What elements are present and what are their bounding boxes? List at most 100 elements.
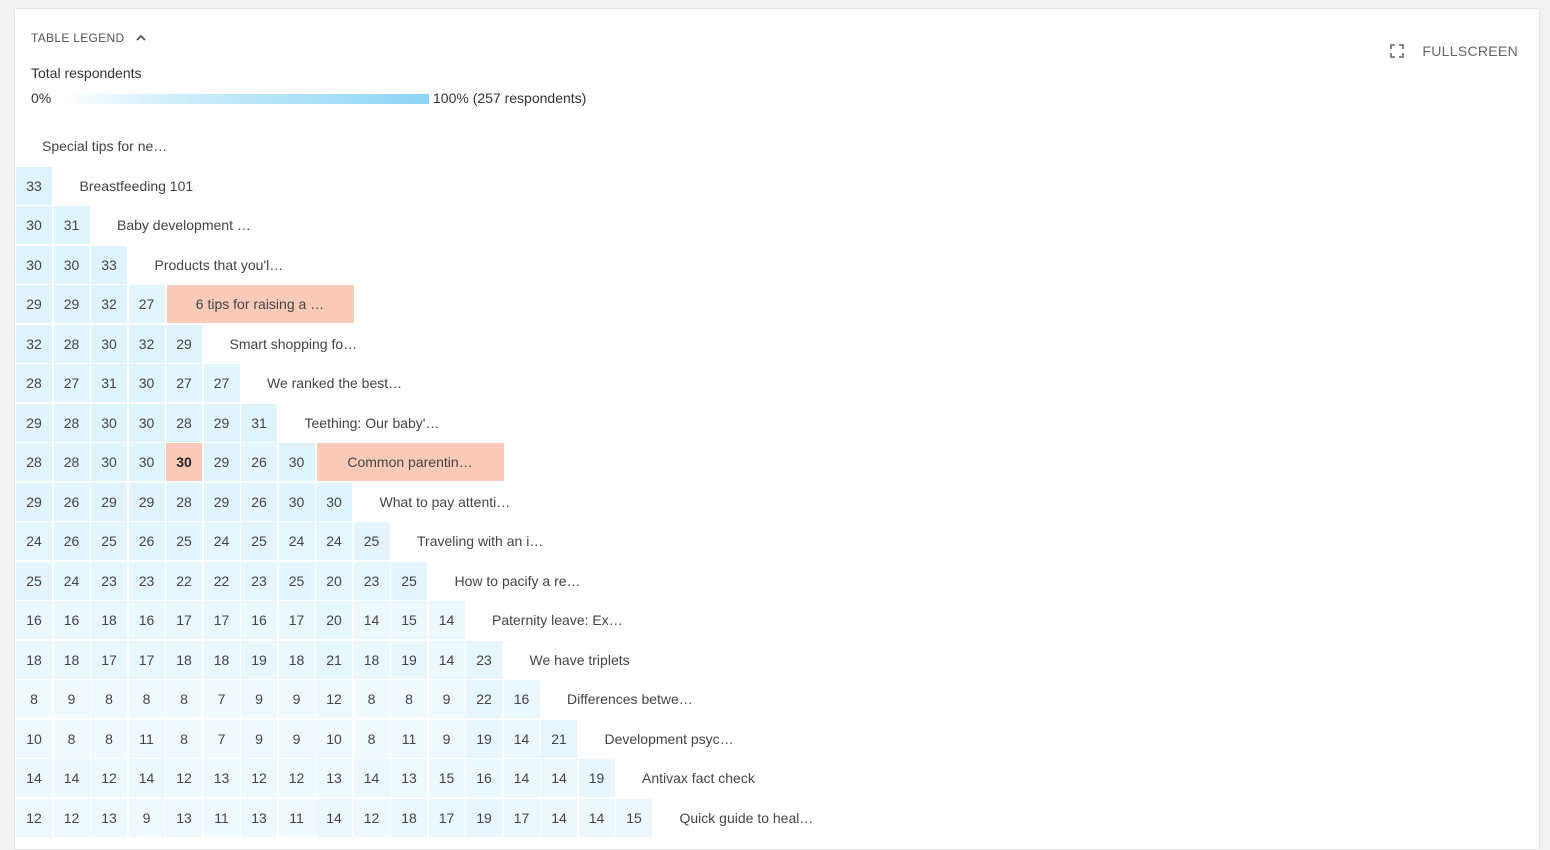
matrix-cell[interactable]: 20	[316, 561, 352, 600]
matrix-cell[interactable]: 29	[16, 285, 52, 323]
matrix-cell[interactable]: 18	[91, 601, 127, 639]
matrix-cell[interactable]: 8	[91, 719, 127, 758]
matrix-cell[interactable]: 26	[128, 522, 165, 560]
matrix-cell[interactable]: 24	[316, 522, 352, 560]
matrix-cell[interactable]: 18	[203, 640, 240, 679]
matrix-cell[interactable]: 23	[128, 561, 165, 600]
matrix-cell[interactable]: 30	[166, 443, 202, 481]
matrix-cell[interactable]: 22	[203, 561, 240, 600]
matrix-cell[interactable]: 29	[203, 443, 240, 481]
matrix-cell[interactable]: 12	[53, 798, 90, 837]
matrix-cell[interactable]: 14	[428, 601, 465, 639]
matrix-cell[interactable]: 12	[166, 759, 202, 797]
matrix-row-label[interactable]: Paternity leave: Ex…	[492, 601, 623, 639]
matrix-cell[interactable]: 32	[128, 324, 165, 363]
matrix-cell[interactable]: 12	[353, 798, 390, 837]
matrix-cell[interactable]: 8	[16, 680, 52, 718]
matrix-cell[interactable]: 30	[278, 443, 315, 481]
matrix-cell[interactable]: 14	[503, 759, 540, 797]
matrix-row-label[interactable]: 6 tips for raising a …	[166, 285, 354, 323]
matrix-row-label[interactable]: Smart shopping fo…	[230, 325, 358, 363]
matrix-cell[interactable]: 15	[391, 601, 427, 639]
matrix-cell[interactable]: 9	[53, 680, 90, 718]
matrix-cell[interactable]: 12	[316, 680, 352, 718]
matrix-cell[interactable]: 25	[166, 522, 202, 560]
matrix-cell[interactable]: 25	[391, 561, 427, 600]
matrix-row-label[interactable]: Antivax fact check	[642, 759, 755, 797]
matrix-cell[interactable]: 11	[391, 719, 427, 758]
matrix-cell[interactable]: 23	[241, 561, 277, 600]
matrix-cell[interactable]: 25	[278, 561, 315, 600]
matrix-cell[interactable]: 18	[353, 640, 390, 679]
matrix-cell[interactable]: 24	[16, 522, 52, 560]
fullscreen-button[interactable]: FULLSCREEN	[1390, 40, 1518, 62]
matrix-cell[interactable]: 32	[16, 324, 52, 363]
matrix-cell[interactable]: 24	[203, 522, 240, 560]
matrix-cell[interactable]: 30	[16, 206, 52, 244]
matrix-cell[interactable]: 9	[278, 719, 315, 758]
matrix-cell[interactable]: 28	[53, 443, 90, 481]
matrix-cell[interactable]: 26	[53, 522, 90, 560]
matrix-cell[interactable]: 30	[128, 443, 165, 481]
matrix-cell[interactable]: 9	[241, 680, 277, 718]
matrix-row-label[interactable]: Differences betwe…	[567, 680, 693, 718]
matrix-row-label[interactable]: Traveling with an i…	[417, 522, 543, 560]
matrix-cell[interactable]: 30	[316, 482, 352, 521]
matrix-cell[interactable]: 17	[166, 601, 202, 639]
matrix-cell[interactable]: 8	[391, 680, 427, 718]
matrix-cell[interactable]: 12	[278, 759, 315, 797]
matrix-cell[interactable]: 19	[241, 640, 277, 679]
matrix-cell[interactable]: 13	[203, 759, 240, 797]
matrix-cell[interactable]: 28	[53, 324, 90, 363]
matrix-cell[interactable]: 18	[278, 640, 315, 679]
matrix-cell[interactable]: 16	[128, 601, 165, 639]
matrix-cell[interactable]: 33	[91, 245, 127, 284]
matrix-cell[interactable]: 15	[428, 759, 465, 797]
matrix-cell[interactable]: 9	[278, 680, 315, 718]
matrix-cell[interactable]: 27	[53, 364, 90, 402]
matrix-cell[interactable]: 21	[316, 640, 352, 679]
matrix-cell[interactable]: 29	[128, 482, 165, 521]
matrix-cell[interactable]: 17	[278, 601, 315, 639]
matrix-row-label[interactable]: Common parentin…	[316, 443, 504, 481]
matrix-cell[interactable]: 28	[53, 403, 90, 442]
matrix-cell[interactable]: 14	[353, 601, 390, 639]
matrix-row-label[interactable]: Products that you'l…	[155, 246, 284, 284]
matrix-cell[interactable]: 11	[203, 798, 240, 837]
matrix-cell[interactable]: 16	[241, 601, 277, 639]
matrix-cell[interactable]: 7	[203, 680, 240, 718]
matrix-cell[interactable]: 26	[241, 482, 277, 521]
matrix-cell[interactable]: 18	[53, 640, 90, 679]
matrix-cell[interactable]: 13	[316, 759, 352, 797]
matrix-cell[interactable]: 29	[16, 403, 52, 442]
matrix-cell[interactable]: 22	[166, 561, 202, 600]
matrix-cell[interactable]: 9	[241, 719, 277, 758]
matrix-cell[interactable]: 14	[128, 759, 165, 797]
matrix-cell[interactable]: 26	[53, 482, 90, 521]
matrix-cell[interactable]: 8	[353, 719, 390, 758]
matrix-cell[interactable]: 16	[53, 601, 90, 639]
matrix-cell[interactable]: 25	[353, 522, 390, 560]
matrix-cell[interactable]: 9	[128, 798, 165, 837]
matrix-cell[interactable]: 25	[241, 522, 277, 560]
matrix-cell[interactable]: 20	[316, 601, 352, 639]
matrix-cell[interactable]: 15	[616, 798, 652, 837]
matrix-cell[interactable]: 12	[241, 759, 277, 797]
matrix-cell[interactable]: 30	[91, 324, 127, 363]
matrix-cell[interactable]: 10	[316, 719, 352, 758]
matrix-cell[interactable]: 19	[578, 759, 615, 797]
matrix-cell[interactable]: 23	[466, 640, 502, 679]
matrix-cell[interactable]: 11	[128, 719, 165, 758]
matrix-cell[interactable]: 9	[428, 680, 465, 718]
matrix-cell[interactable]: 17	[503, 798, 540, 837]
matrix-cell[interactable]: 8	[353, 680, 390, 718]
matrix-cell[interactable]: 27	[166, 364, 202, 402]
matrix-cell[interactable]: 14	[16, 759, 52, 797]
matrix-cell[interactable]: 28	[16, 443, 52, 481]
matrix-cell[interactable]: 33	[16, 166, 52, 205]
matrix-cell[interactable]: 29	[16, 482, 52, 521]
matrix-cell[interactable]: 14	[316, 798, 352, 837]
matrix-cell[interactable]: 27	[128, 285, 165, 323]
matrix-cell[interactable]: 27	[203, 364, 240, 402]
matrix-row-label[interactable]: Teething: Our baby'…	[305, 404, 440, 442]
